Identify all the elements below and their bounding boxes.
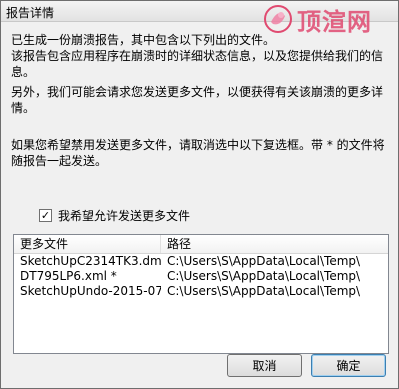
file-name: SketchUpUndo-2015-07-1... (20, 284, 161, 298)
file-path: C:\Users\S\AppData\Local\Temp\ (167, 284, 361, 298)
file-list[interactable]: 更多文件 路径 SketchUpC2314TK3.dmp * C:\Users\… (13, 234, 389, 354)
crash-report-dialog: 报告详情 顶渲网 已生成一份崩溃报告，其中包含以下列出的文件。 该报告包含应用程… (0, 0, 399, 389)
file-row[interactable]: DT795LP6.xml * C:\Users\S\AppData\Local\… (14, 269, 388, 284)
cancel-button[interactable]: 取消 (227, 354, 302, 377)
file-name: SketchUpC2314TK3.dmp * (20, 254, 161, 268)
file-path: C:\Users\S\AppData\Local\Temp\ (167, 254, 361, 268)
dialog-content: 已生成一份崩溃报告，其中包含以下列出的文件。 该报告包含应用程序在崩溃时的详细状… (1, 22, 398, 388)
allow-more-files-checkbox[interactable]: ✓ (39, 209, 52, 222)
file-row[interactable]: SketchUpUndo-2015-07-1... C:\Users\S\App… (14, 284, 388, 299)
allow-more-files-option[interactable]: ✓ 我希望允许发送更多文件 (39, 207, 190, 224)
column-header-path[interactable]: 路径 (161, 235, 388, 253)
file-list-header: 更多文件 路径 (14, 235, 388, 254)
file-name: DT795LP6.xml * (20, 269, 117, 283)
disable-instructions-text: 如果您希望禁用发送更多文件，请取消选中以下复选框。带 * 的文件将随报告一起发送… (11, 138, 385, 168)
ok-button[interactable]: 确定 (311, 354, 386, 377)
file-row[interactable]: SketchUpC2314TK3.dmp * C:\Users\S\AppDat… (14, 254, 388, 269)
column-header-files[interactable]: 更多文件 (14, 235, 161, 253)
allow-more-files-label[interactable]: 我希望允许发送更多文件 (58, 207, 190, 224)
more-files-text: 另外，我们可能会请求您发送更多文件，以便获得有关该崩溃的更多详情。 (11, 85, 384, 115)
intro-text: 已生成一份崩溃报告，其中包含以下列出的文件。 该报告包含应用程序在崩溃时的详细状… (11, 33, 384, 79)
window-title: 报告详情 (6, 6, 55, 20)
file-path: C:\Users\S\AppData\Local\Temp\ (167, 269, 361, 283)
